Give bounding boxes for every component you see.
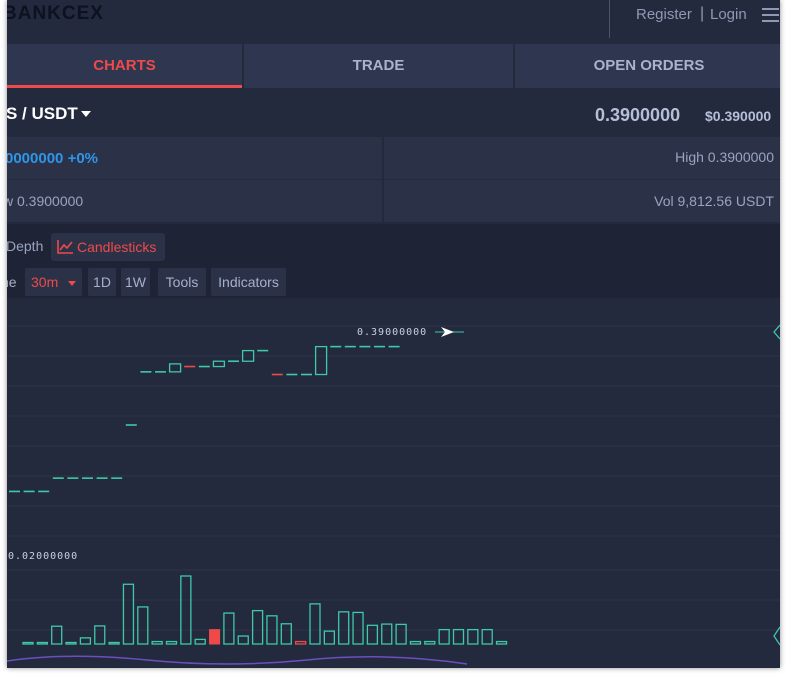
volume-bar [452,628,465,645]
chart-type-toolbar: Depth Candlesticks [7,224,780,266]
volume-bar [209,629,221,645]
usd-price: $0.390000 [705,108,772,124]
pair-selector[interactable]: S / USDT [7,104,78,124]
volume-bar [223,612,235,645]
caret-down-icon[interactable] [81,111,91,117]
tab-trade[interactable]: TRADE [244,44,513,88]
volume-bar [438,628,450,645]
tab-open-orders[interactable]: OPEN ORDERS [515,44,780,88]
volume-bar [381,623,393,645]
last-price: 0.3900000 [595,105,681,125]
candlestick-chart[interactable]: 0.39000000 0.02000000 [7,298,780,668]
depth-button[interactable]: Depth [7,238,43,254]
interval-1w-button[interactable]: 1W [121,268,150,296]
high-price: High 0.3900000 [675,149,774,165]
price-candle [168,363,182,373]
top-header: BANKCEX Register | Login [7,0,780,38]
caret-down-icon [68,281,76,286]
volume-bar [495,640,508,645]
volume-bar [237,635,249,645]
volume-bar [194,638,206,645]
volume-bar [366,624,379,645]
volume-bar [108,641,120,645]
header-divider [609,0,610,38]
interval-1d-button[interactable]: 1D [88,268,116,296]
volume-bar [65,641,77,645]
interval-label: 30m [31,274,59,290]
candlesticks-label: Candlesticks [77,239,157,255]
price-marker: 0.39000000 [357,324,780,646]
main-tabs: CHARTS TRADE OPEN ORDERS [7,44,780,88]
interval-select[interactable]: 30m [25,268,82,296]
volume-bar [79,637,92,645]
volume-bar [180,575,192,645]
tools-button[interactable]: Tools [158,268,206,296]
scroll-right-icon[interactable] [773,324,780,340]
pair-header: S / USDT 0.3900000 $0.390000 [7,92,780,136]
volume-bar [36,641,49,645]
volume-bar [395,623,407,645]
app-window: BANKCEX Register | Login CHARTS TRADE OP… [7,0,780,668]
line-chart-icon [57,240,73,254]
volume-bar [151,640,163,645]
volume-bar [338,611,350,645]
login-link[interactable]: Login [710,6,747,23]
price-change: 0000000 +0% [7,150,99,167]
volume-bar [94,625,106,645]
price-candles [9,345,400,493]
candlesticks-button[interactable]: Candlesticks [51,233,165,261]
volume-bars [22,575,508,645]
interval-toolbar: ne 30m 1D 1W Tools Indicators [7,266,780,298]
volume-bar [294,640,307,645]
volume-bar [323,630,336,645]
volume-bar [309,603,321,645]
volume-bar [122,583,135,645]
volume-bar [481,628,493,645]
low-price: w 0.3900000 [7,193,84,209]
hamburger-menu-icon[interactable] [762,8,779,26]
stats-divider [382,180,384,222]
volume-bar [280,623,292,645]
volume-bar [409,640,422,645]
indicator-line [7,655,468,665]
volume-bar [51,625,63,645]
volume-bar [165,640,178,645]
stats-divider [382,137,384,179]
register-link[interactable]: Register [636,6,692,23]
volume-bar [352,611,364,645]
price-candle [212,360,226,368]
volume-24h: Vol 9,812.56 USDT [654,193,774,209]
stats-row-2: w 0.3900000 Vol 9,812.56 USDT [7,180,780,222]
price-candle [314,345,328,376]
tab-charts[interactable]: CHARTS [7,44,242,88]
volume-bar [467,628,479,645]
volume-axis-label: 0.02000000 [8,551,78,562]
login-separator: | [700,5,705,22]
brand-logo[interactable]: BANKCEX [7,3,104,25]
last-price-marker-label: 0.39000000 [357,327,427,338]
volume-bar [137,606,149,645]
stats-row-1: 0000000 +0% High 0.3900000 [7,137,780,179]
volume-bar [22,641,34,645]
volume-bar [251,609,264,645]
volume-bar [424,640,436,645]
time-button[interactable]: ne [7,268,16,296]
chart-canvas[interactable]: 0.39000000 0.02000000 [7,298,780,668]
indicators-button[interactable]: Indicators [211,268,286,296]
